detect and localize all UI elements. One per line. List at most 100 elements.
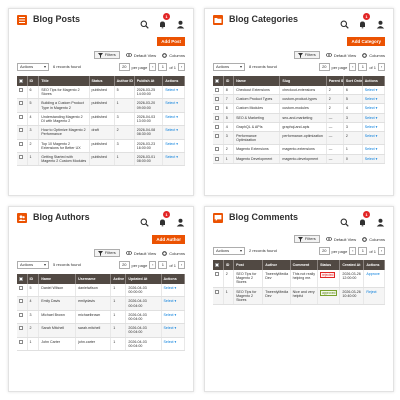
table-row[interactable]: 5 Building a Custom Product Type in Magen… [17,98,185,113]
row-actions-select[interactable]: Select ▾ [365,134,378,138]
page-input[interactable]: 1 [158,261,168,269]
next-page-button[interactable]: › [378,63,385,71]
search-icon[interactable] [140,16,149,29]
user-icon[interactable] [176,16,185,28]
table-row[interactable]: 1 John Carter john.carter 1 2026-04-03 00:04… [17,337,186,352]
row-checkbox[interactable] [213,94,224,105]
per-page-select[interactable]: 20 [119,261,130,269]
row-checkbox[interactable] [213,144,224,155]
bell-icon[interactable]: 1 [358,210,370,226]
column-header-updated-at[interactable]: Updated At [125,274,162,284]
table-row[interactable]: 5 SEO & Marketing seo-and-marketing —3 Selec… [213,113,386,123]
user-icon[interactable] [176,214,185,226]
column-header-id[interactable]: ID [27,76,40,86]
table-row[interactable]: 2 Top 10 Magento 2 Extensions for Better … [17,139,185,154]
row-checkbox[interactable] [17,310,28,325]
table-row[interactable]: 7 Custom Product Types custom-product-type… [213,94,386,105]
per-page-select[interactable]: 20 [319,63,330,71]
default-view-dropdown[interactable]: Default View [325,53,356,58]
column-header-sort-order[interactable]: Sort Order [343,76,363,86]
table-row[interactable]: 4 Emily Davis emilydavis 1 2026-04-03 00:04:… [17,296,186,311]
user-icon[interactable] [376,214,385,226]
column-header-comment[interactable]: Comment [290,260,319,270]
table-row[interactable]: 5 Daniel Wilson danielwilson 1 2026-04-03 00… [17,284,186,298]
actions-select[interactable]: Actions [17,63,49,71]
table-row[interactable]: 1 Getting Started with Magento 2 Custom M… [17,152,185,167]
select-all-checkbox[interactable] [213,260,224,270]
filters-button[interactable]: Filters [293,51,320,59]
filters-button[interactable]: Filters [93,249,120,257]
row-checkbox[interactable] [17,139,28,154]
row-actions-select[interactable]: Select ▾ [365,106,378,110]
column-header-actions[interactable]: Actions [162,76,185,86]
row-checkbox[interactable] [213,154,224,164]
column-header-post[interactable]: Post [233,260,264,270]
next-page-button[interactable]: › [378,247,385,255]
actions-select[interactable]: Actions [213,63,245,71]
row-moderation-link[interactable]: Reject [366,290,376,294]
row-actions-select[interactable]: Select ▾ [365,88,378,92]
select-all-checkbox[interactable] [213,76,224,86]
row-checkbox[interactable] [17,296,28,311]
row-actions-select[interactable]: Select ▾ [365,157,378,161]
row-checkbox[interactable] [213,131,224,146]
columns-dropdown[interactable]: Columns [362,53,385,58]
add-category-button[interactable]: Add Category [347,37,385,46]
row-actions-select[interactable]: Select ▾ [164,326,177,330]
row-checkbox[interactable] [17,337,28,352]
column-header-slug[interactable]: Slug [279,76,327,86]
column-header-created-at[interactable]: Created At [339,260,365,270]
column-header-publish-at[interactable]: Publish At [134,76,164,86]
row-actions-select[interactable]: Select ▾ [365,97,378,101]
search-icon[interactable] [140,214,149,227]
column-header-status[interactable]: Status [317,260,341,270]
bell-icon[interactable]: 1 [158,210,170,226]
filters-button[interactable]: Filters [93,51,120,59]
default-view-dropdown[interactable]: Default View [125,251,156,256]
prev-page-button[interactable]: ‹ [149,261,157,269]
actions-select[interactable]: Actions [17,261,49,269]
row-actions-select[interactable]: Select ▾ [365,125,378,129]
column-header-author-id[interactable]: Author ID [114,76,135,86]
row-actions-select[interactable]: Select ▾ [165,128,178,132]
table-row[interactable]: 3 Performance Optimization performance-opt… [213,131,386,146]
default-view-dropdown[interactable]: Default View [325,237,356,242]
column-header-parent-id[interactable]: Parent ID [326,76,344,86]
columns-dropdown[interactable]: Columns [362,237,385,242]
prev-page-button[interactable]: ‹ [149,63,157,71]
column-header-actions[interactable]: Actions [362,76,386,86]
column-header-id[interactable]: ID [223,260,235,270]
table-row[interactable]: 3 Michael Brown michaelbrown 1 2026-04-03 00… [17,310,186,325]
table-row[interactable]: 2 Sarah Mitchell sarah.mitchell 1 2026-04-03… [17,323,186,338]
row-checkbox[interactable] [213,113,224,123]
per-page-select[interactable]: 20 [319,247,330,255]
row-actions-select[interactable]: Select ▾ [165,88,178,92]
column-header-id[interactable]: ID [223,76,235,86]
search-icon[interactable] [340,214,349,227]
table-row[interactable]: 4 Understanding Magento 2 DI with Magento… [17,112,185,127]
row-actions-select[interactable]: Select ▾ [365,147,378,151]
column-header-status[interactable]: Status [89,76,115,86]
next-page-button[interactable]: › [178,63,185,71]
row-checkbox[interactable] [17,323,28,338]
column-header-id[interactable]: ID [27,274,40,284]
table-row[interactable]: 4 GraphQL & APIs graphql-and-apis —3 Select … [213,122,386,133]
bell-icon[interactable]: 1 [158,12,170,28]
row-checkbox[interactable] [17,98,28,113]
row-actions-select[interactable]: Select ▾ [165,155,178,159]
add-author-button[interactable]: Add Author [152,235,185,244]
column-header-author[interactable]: Author [262,260,291,270]
prev-page-button[interactable]: ‹ [349,63,357,71]
column-header-actions[interactable]: Actions [161,274,186,284]
columns-dropdown[interactable]: Columns [162,251,185,256]
per-page-select[interactable]: 20 [119,63,130,71]
select-all-checkbox[interactable] [17,76,28,86]
column-header-username[interactable]: Username [75,274,112,284]
page-input[interactable]: 1 [358,247,368,255]
table-row[interactable]: 2 SEO Tips for Magento 2 Stores TweenlyMed… [213,270,385,288]
row-checkbox[interactable] [17,152,28,167]
add-post-button[interactable]: Add Post [157,37,185,46]
columns-dropdown[interactable]: Columns [162,53,185,58]
table-row[interactable]: 8 Checkout Extensions checkout-extensions 2… [213,86,386,96]
column-header-active[interactable]: Active [110,274,127,284]
